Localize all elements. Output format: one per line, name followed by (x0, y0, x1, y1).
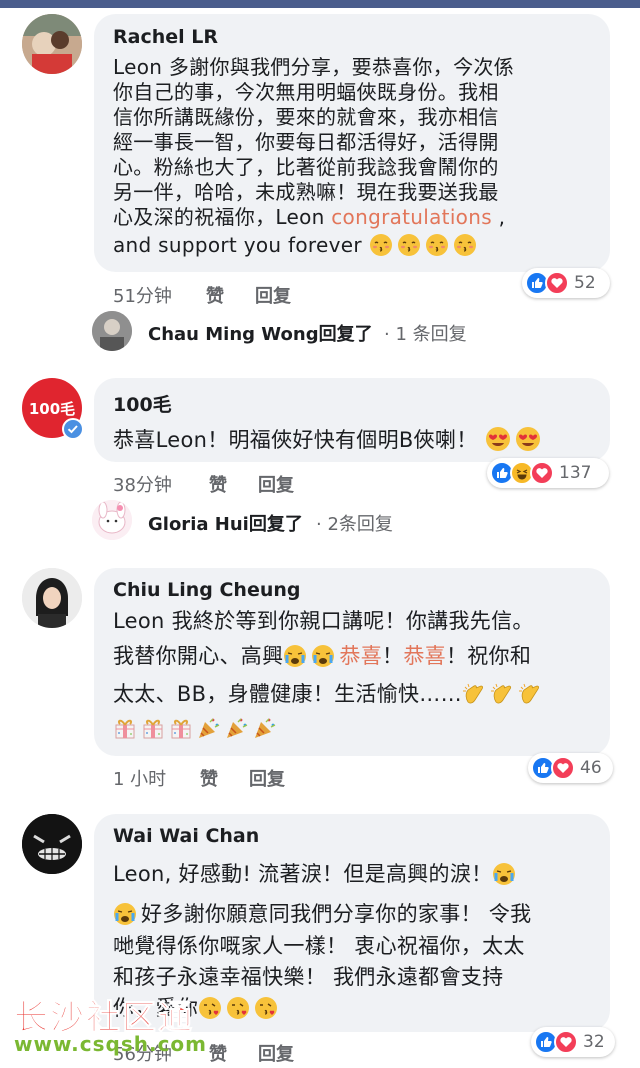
avatar[interactable] (22, 568, 82, 628)
highlighted-text[interactable]: congratulations (331, 205, 492, 229)
love-reaction-icon (530, 461, 554, 485)
comment-text-line: Leon, 好感動! 流著淚！但是高興的淚！ (113, 858, 520, 888)
comment-text-line: 太太、BB，身體健康！生活愉快…… (113, 678, 546, 708)
comment-text: 太太、BB，身體健康！生活愉快…… (113, 682, 462, 706)
comment-text-line: 我替你開心、高興 恭喜！恭喜！祝你和 (113, 640, 531, 670)
emoji-row (113, 716, 281, 740)
love-reaction-icon (545, 271, 569, 295)
kissing-smiling-eyes-emoji-icon (397, 233, 421, 257)
heart-eyes-emoji-icon (485, 426, 511, 452)
reply-button[interactable]: 回复 (249, 765, 285, 791)
reaction-count: 32 (583, 1032, 605, 1052)
reply-avatar[interactable] (92, 500, 132, 540)
gift-emoji-icon (169, 716, 193, 740)
love-reaction-icon (551, 756, 575, 780)
highlighted-text[interactable]: 恭喜 (339, 644, 382, 668)
reaction-summary[interactable]: 52 (522, 268, 610, 298)
party-popper-emoji-icon (197, 716, 221, 740)
comment-time: 38分钟 (113, 475, 172, 496)
clapping-emoji-icon (462, 682, 486, 706)
comment-text: , (491, 205, 506, 229)
top-bar (0, 0, 640, 8)
kissing-heart-emoji-icon (254, 996, 278, 1020)
comment-author[interactable]: Chiu Ling Cheung (113, 579, 301, 601)
party-popper-emoji-icon (225, 716, 249, 740)
comment-text: ！祝你和 (445, 644, 532, 668)
avatar-label: 100毛 (28, 399, 76, 418)
avatar[interactable] (22, 814, 82, 874)
comment-text-line: 心及深的祝福你，Leon congratulations , (113, 201, 505, 230)
reply-avatar[interactable] (92, 311, 132, 351)
comment-text: ！ (382, 644, 404, 668)
reply-author[interactable]: Chau Ming Wong回复了 (148, 320, 373, 346)
comment-text: 好多謝你願意同我們分享你的家事！ 令我 (141, 902, 532, 926)
comment-text: Leon, 好感動! 流著淚！但是高興的淚！ (113, 862, 493, 886)
crying-emoji-icon (113, 902, 137, 926)
avatar[interactable] (22, 14, 82, 74)
comment-text-line: and support you forever (113, 233, 481, 257)
comment-text-line: 哋覺得係你嘅家人一樣！ 衷心祝福你，太太 (113, 934, 525, 958)
kissing-smiling-eyes-emoji-icon (369, 233, 393, 257)
comment-text: 恭喜Leon！明福俠好快有個明B俠喇！ (113, 428, 478, 452)
reaction-count: 137 (559, 463, 592, 483)
gift-emoji-icon (141, 716, 165, 740)
love-reaction-icon (554, 1030, 578, 1054)
gift-emoji-icon (113, 716, 137, 740)
comment-text: 我替你開心、高興 (113, 644, 284, 668)
reply-author[interactable]: Gloria Hui回复了 (148, 510, 303, 536)
party-popper-emoji-icon (253, 716, 277, 740)
clapping-emoji-icon (518, 682, 542, 706)
highlighted-text[interactable]: 恭喜 (403, 644, 446, 668)
crying-emoji-icon (283, 644, 307, 668)
comment-text-line: 好多謝你願意同我們分享你的家事！ 令我 (113, 898, 531, 928)
crying-emoji-icon (311, 644, 335, 668)
reply-button[interactable]: 回复 (258, 1040, 294, 1066)
comment-text: and support you forever (113, 233, 369, 257)
kissing-smiling-eyes-emoji-icon (453, 233, 477, 257)
like-button[interactable]: 赞 (206, 282, 224, 308)
comment-text: 心及深的祝福你，Leon (113, 205, 332, 229)
reply-button[interactable]: 回复 (258, 471, 294, 497)
clapping-emoji-icon (490, 682, 514, 706)
reply-count[interactable]: · 1 条回复 (384, 320, 467, 346)
comment-time: 51分钟 (113, 286, 172, 307)
comment-text-line: Leon 我終於等到你親口講呢！你講我先信。 (113, 609, 534, 633)
reply-button[interactable]: 回复 (255, 282, 291, 308)
comment-time: 1 小时 (113, 769, 167, 790)
reaction-summary[interactable]: 46 (528, 753, 613, 783)
reaction-summary[interactable]: 32 (531, 1027, 615, 1057)
comment-author[interactable]: 100毛 (113, 390, 172, 417)
comment-author[interactable]: Rachel LR (113, 26, 218, 48)
comment-author[interactable]: Wai Wai Chan (113, 825, 259, 847)
reaction-summary[interactable]: 137 (487, 458, 609, 488)
verified-badge-icon (62, 418, 84, 440)
heart-eyes-emoji-icon (515, 426, 541, 452)
kissing-heart-emoji-icon (198, 996, 222, 1020)
kissing-heart-emoji-icon (226, 996, 250, 1020)
watermark-url: www.csqsh.com (14, 1032, 207, 1056)
crying-emoji-icon (492, 862, 516, 886)
reaction-count: 52 (574, 273, 596, 293)
like-button[interactable]: 赞 (209, 471, 227, 497)
like-button[interactable]: 赞 (200, 765, 218, 791)
comment-text-line: 和孩子永遠幸福快樂！ 我們永遠都會支持 (113, 965, 504, 989)
comment-text-line: 恭喜Leon！明福俠好快有個明B俠喇！ (113, 424, 545, 454)
like-button[interactable]: 赞 (209, 1040, 227, 1066)
kissing-smiling-eyes-emoji-icon (425, 233, 449, 257)
reply-count[interactable]: · 2条回复 (316, 510, 393, 536)
reaction-count: 46 (580, 758, 602, 778)
